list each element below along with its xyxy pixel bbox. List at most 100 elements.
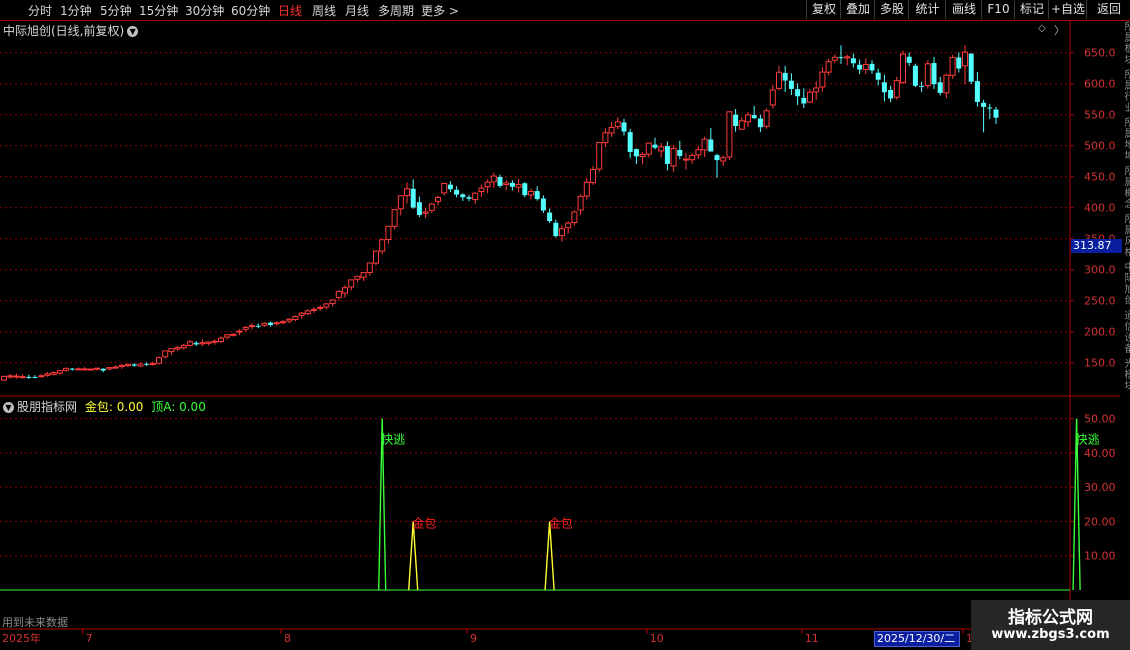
candle-body-down (454, 189, 460, 195)
candle-body-up (249, 325, 255, 328)
crosshair-date-box: 2025/12/30/二 (874, 631, 960, 647)
x-tick-label: 9 (470, 632, 477, 645)
x-tick-label: 2025年 (2, 631, 41, 645)
candle-body-up (224, 334, 231, 338)
y-tick-label: 300.0 (1084, 264, 1116, 277)
indicator-y-tick-label: 40.00 (1084, 447, 1116, 460)
y-tick-label: 500.0 (1084, 140, 1116, 153)
chart-title-text: 中际旭创(日线,前复权) (3, 24, 125, 38)
candle-body-up (422, 211, 429, 214)
candle-body-down (981, 102, 987, 107)
candle-body-up (893, 80, 900, 98)
candle-body-up (366, 262, 373, 273)
candle-body-down (509, 182, 515, 187)
candle-body-up (174, 347, 181, 350)
diamond-icon[interactable]: ◇ (1038, 23, 1046, 34)
candle-body-down (881, 82, 887, 93)
candle-body-up (602, 132, 609, 144)
x-tick-label: 7 (86, 632, 93, 645)
candle-body-down (26, 376, 32, 378)
candle-body-down (664, 146, 670, 164)
candle-body-up (342, 287, 348, 294)
candle-body-down (497, 176, 503, 186)
candle-body-up (118, 364, 125, 368)
candle-body-down (714, 155, 720, 161)
candle-body-down (708, 139, 714, 152)
candle-body-up (745, 114, 751, 123)
candle-body-up (943, 74, 950, 94)
candle-body-down (857, 64, 863, 70)
candle-body-down (875, 72, 881, 80)
chevron-down-icon[interactable]: ▼ (3, 402, 14, 413)
candle-body-up (639, 153, 646, 158)
indicator-y-tick-label: 50.00 (1084, 413, 1116, 426)
candle-body-up (13, 375, 20, 378)
candle-body-up (125, 363, 131, 367)
candle-body-up (825, 61, 832, 73)
candle-body-up (360, 272, 367, 278)
candle-body-down (931, 63, 937, 85)
candle-body-up (242, 326, 249, 330)
current-price-badge: 313.87 (1071, 239, 1122, 253)
chevron-down-icon[interactable]: ▼ (127, 26, 139, 37)
candle-body-down (956, 57, 962, 69)
candle-body-down (69, 368, 75, 370)
candle-body-up (218, 337, 224, 343)
candle-body-up (323, 303, 330, 308)
candle-body-up (329, 299, 336, 305)
candle-body-down (850, 58, 856, 64)
candle-body-up (695, 149, 702, 156)
candle-body-up (844, 56, 851, 59)
candle-body-down (782, 72, 788, 81)
candle-body-down (733, 114, 739, 126)
candle-body-up (900, 53, 906, 83)
candle-body-down (869, 63, 875, 71)
candle-body-up (577, 195, 584, 211)
candle-body-up (720, 157, 727, 162)
candle-body-up (608, 126, 615, 134)
candle-body-down (993, 109, 999, 118)
candle-body-down (677, 149, 683, 156)
candle-body-up (726, 111, 733, 158)
candle-body-up (137, 363, 144, 367)
candle-body-up (180, 344, 187, 349)
candle-body-up (484, 181, 491, 188)
candle-body-down (987, 107, 993, 109)
candle-body-up (50, 372, 57, 375)
candle-body-up (94, 367, 100, 370)
indicator-signal-label: 金包 (412, 515, 436, 530)
chart-title[interactable]: 中际旭创(日线,前复权) ▼ (3, 22, 139, 39)
candle-body-down (540, 198, 546, 211)
right-side-panel: 所属板块 所属行业 所属地域 所属概念 所属风格 中际旭创 通信设备 光模块 (1120, 21, 1130, 631)
candle-body-up (949, 57, 956, 76)
candle-body-up (317, 306, 324, 309)
candle-body-down (144, 363, 150, 365)
candle-body-up (354, 275, 361, 280)
candle-body-up (168, 348, 175, 353)
indicator-title[interactable]: ▼ 股朋指标网 金包: 0.00 顶A: 0.00 (3, 398, 206, 415)
indicator-jinbao-value: 金包: 0.00 (84, 400, 144, 414)
candle-body-up (831, 56, 838, 61)
candle-body-up (404, 188, 410, 197)
candle-body-down (410, 188, 416, 208)
chevron-right-icon[interactable]: 〉 (1054, 22, 1065, 38)
candle-body-down (447, 184, 453, 190)
candle-body-down (633, 149, 639, 157)
indicator-y-tick-label: 10.00 (1084, 550, 1116, 563)
candle-body-up (304, 310, 311, 315)
candle-body-up (19, 376, 26, 379)
candle-body-up (515, 184, 522, 188)
candle-body-up (335, 290, 342, 298)
watermark: 指标公式网 www.zbgs3.com (971, 600, 1130, 650)
candle-body-up (571, 211, 578, 224)
x-tick-label: 11 (805, 632, 819, 645)
candle-body-up (590, 168, 596, 184)
candle-body-up (528, 191, 534, 196)
candle-body-down (937, 82, 943, 93)
candle-body-up (924, 63, 931, 87)
candle-body-up (7, 375, 14, 378)
candle-body-down (553, 222, 559, 237)
y-tick-label: 200.0 (1084, 326, 1116, 339)
candle-body-up (81, 368, 88, 371)
indicator-dinga-value: 顶A: 0.00 (151, 400, 206, 414)
